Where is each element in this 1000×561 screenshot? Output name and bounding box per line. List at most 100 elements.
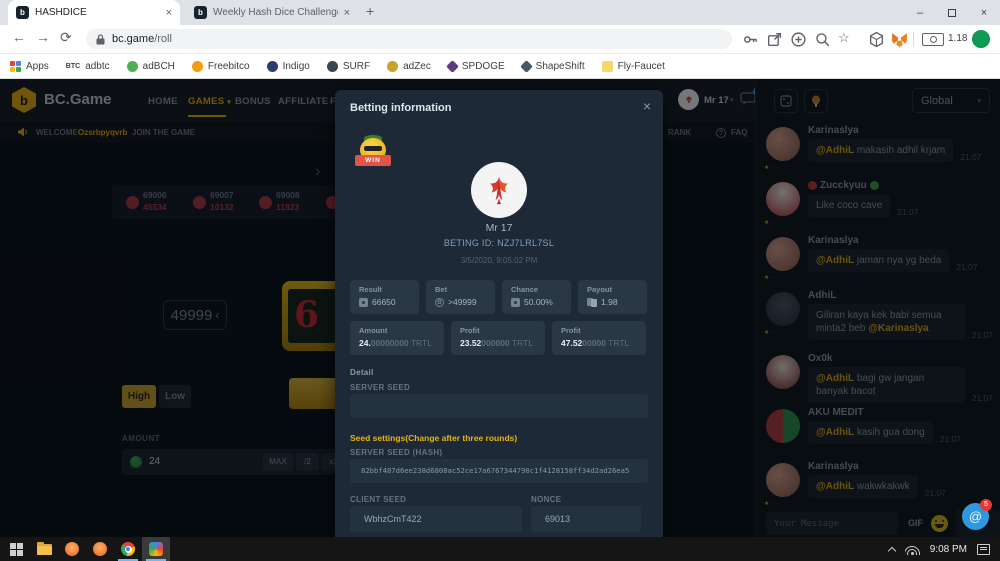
- tab-close-icon[interactable]: ×: [166, 7, 172, 19]
- mention-count-badge: 5: [980, 499, 992, 511]
- server-seed-hash-input[interactable]: 82bbf487d6ee238d6808ac52ce17a6767344790c…: [350, 459, 648, 483]
- bookmark-flyfaucet[interactable]: Fly-Faucet: [602, 61, 665, 72]
- windows-logo-icon: [10, 543, 23, 556]
- bookmark-spdoge[interactable]: SPDOGE: [448, 61, 505, 72]
- bet-datetime: 3/5/2020, 9:05:02 PM: [335, 256, 663, 265]
- page-content: b BC.Game HOME GAMES ▾ BONUS AFFILIATE F…: [0, 79, 1000, 537]
- minimize-button[interactable]: –: [904, 0, 936, 25]
- tray-expand-icon[interactable]: [888, 546, 896, 554]
- taskbar-app-2[interactable]: [86, 537, 114, 561]
- tab-challenge[interactable]: b Weekly Hash Dice Challenge - Se ×: [186, 0, 358, 25]
- zoom-search-icon[interactable]: [814, 31, 831, 48]
- bookmark-indigo[interactable]: Indigo: [267, 61, 310, 72]
- wifi-icon[interactable]: [905, 544, 920, 555]
- btc-text-icon: BTC: [66, 63, 80, 70]
- dice-icon: [359, 298, 368, 307]
- client-seed-input[interactable]: WbhzCmT422: [350, 506, 522, 532]
- bookmark-star-icon[interactable]: ☆: [838, 30, 850, 46]
- screen: b HASHDICE × b Weekly Hash Dice Challeng…: [0, 0, 1000, 561]
- stats-row: Result 66650 Bet B>49999 Chance 50.00% P…: [350, 280, 647, 314]
- chrome-taskbar-button[interactable]: [114, 537, 142, 561]
- taskbar-app-1[interactable]: [58, 537, 86, 561]
- detail-label: Detail: [350, 368, 374, 377]
- extension-badge: 1.18: [948, 33, 967, 44]
- bookmark-adbch[interactable]: adBCH: [127, 61, 175, 72]
- refresh-icon[interactable]: ⟳: [60, 29, 72, 46]
- plus-circle-icon[interactable]: [790, 31, 807, 48]
- maximize-button[interactable]: [936, 0, 968, 25]
- file-explorer-button[interactable]: [30, 537, 58, 561]
- tab-strip: b HASHDICE × b Weekly Hash Dice Challeng…: [0, 0, 1000, 25]
- spdoge-icon: [446, 60, 459, 73]
- windows-taskbar: 9:08 PM: [0, 537, 1000, 561]
- tab-title: Weekly Hash Dice Challenge - Se: [213, 7, 338, 18]
- flyfaucet-icon: [602, 61, 613, 72]
- app-icon: [65, 542, 79, 556]
- server-seed-input[interactable]: [350, 394, 648, 418]
- key-icon[interactable]: [742, 31, 759, 48]
- win-ribbon: WIN: [355, 155, 391, 166]
- nonce-value: 69013: [531, 506, 641, 532]
- start-button[interactable]: [2, 537, 30, 561]
- player-name: Mr 17: [335, 222, 663, 234]
- profile-avatar[interactable]: [972, 30, 990, 48]
- profit-card: Profit 47.5200000 TRTL: [552, 321, 646, 355]
- freebitco-icon: [192, 61, 203, 72]
- server-seed-hash-label: SERVER SEED (HASH): [350, 448, 442, 457]
- toolbar-divider: [913, 32, 914, 47]
- player-avatar: [471, 162, 527, 218]
- system-tray: 9:08 PM: [889, 537, 1000, 561]
- seed-settings-heading: Seed settings(Change after three rounds): [350, 433, 517, 443]
- modal-close-icon[interactable]: ×: [643, 98, 651, 114]
- bookmark-apps[interactable]: Apps: [10, 61, 49, 72]
- maximize-icon: [948, 9, 956, 17]
- indigo-icon: [267, 61, 278, 72]
- stat-result: Result 66650: [350, 280, 419, 314]
- bookmarks-bar: Apps BTC adbtc adBCH Freebitco Indigo SU…: [0, 54, 1000, 79]
- chrome-icon: [121, 542, 135, 556]
- shapeshift-fox-icon: [520, 60, 533, 73]
- server-seed-label: SERVER SEED: [350, 383, 410, 392]
- bcgame-favicon: b: [194, 6, 207, 19]
- window-close-button[interactable]: ×: [968, 0, 1000, 25]
- profit-card: Profit 23.52000000 TRTL: [451, 321, 545, 355]
- taskbar-clock[interactable]: 9:08 PM: [930, 544, 967, 555]
- bookmark-freebitco[interactable]: Freebitco: [192, 61, 250, 72]
- mentions-float-button[interactable]: @ 5: [962, 503, 989, 530]
- app-icon: [93, 542, 107, 556]
- folder-icon: [37, 544, 52, 555]
- new-tab-button[interactable]: +: [366, 3, 374, 19]
- tab-close-icon[interactable]: ×: [344, 7, 350, 19]
- bookmark-adzec[interactable]: adZec: [387, 61, 431, 72]
- nonce-input[interactable]: 69013: [531, 506, 641, 532]
- url-bar[interactable]: bc.game/roll: [86, 29, 732, 49]
- modal-title: Betting information: [350, 102, 451, 114]
- cards-icon: [587, 298, 597, 307]
- nonce-label: NONCE: [531, 495, 561, 504]
- tab-hashdice[interactable]: b HASHDICE ×: [8, 0, 180, 25]
- browser-toolbar: ← → ⟳ bc.game/roll ☆ 1.18: [0, 25, 1000, 54]
- stat-bet: Bet B>49999: [426, 280, 495, 314]
- client-seed-label: CLIENT SEED: [350, 495, 406, 504]
- surf-icon: [327, 61, 338, 72]
- back-icon[interactable]: ←: [12, 29, 26, 45]
- action-center-icon[interactable]: [977, 544, 990, 555]
- client-seed-value: WbhzCmT422: [350, 506, 522, 532]
- dice-icon: [511, 298, 520, 307]
- win-badge: WIN: [358, 138, 388, 168]
- stat-chance: Chance 50.00%: [502, 280, 571, 314]
- bookmark-adbtc[interactable]: BTC adbtc: [66, 61, 110, 72]
- bookmark-surf[interactable]: SURF: [327, 61, 370, 72]
- currency-extension-icon[interactable]: [922, 33, 944, 46]
- share-icon[interactable]: [766, 31, 783, 48]
- server-seed-hash-value: 82bbf487d6ee238d6808ac52ce17a6767344790c…: [350, 459, 648, 483]
- forward-icon[interactable]: →: [36, 29, 50, 45]
- active-app-button[interactable]: [142, 537, 170, 561]
- amounts-row: Amount 24.00000000 TRTL Profit 23.520000…: [350, 321, 646, 355]
- metamask-icon[interactable]: [891, 31, 908, 48]
- extension-cube-icon[interactable]: [868, 31, 885, 48]
- apps-grid-icon: [10, 61, 21, 72]
- lock-icon: [96, 34, 105, 45]
- bcgame-favicon: b: [16, 6, 29, 19]
- bookmark-shapeshift[interactable]: ShapeShift: [522, 61, 585, 72]
